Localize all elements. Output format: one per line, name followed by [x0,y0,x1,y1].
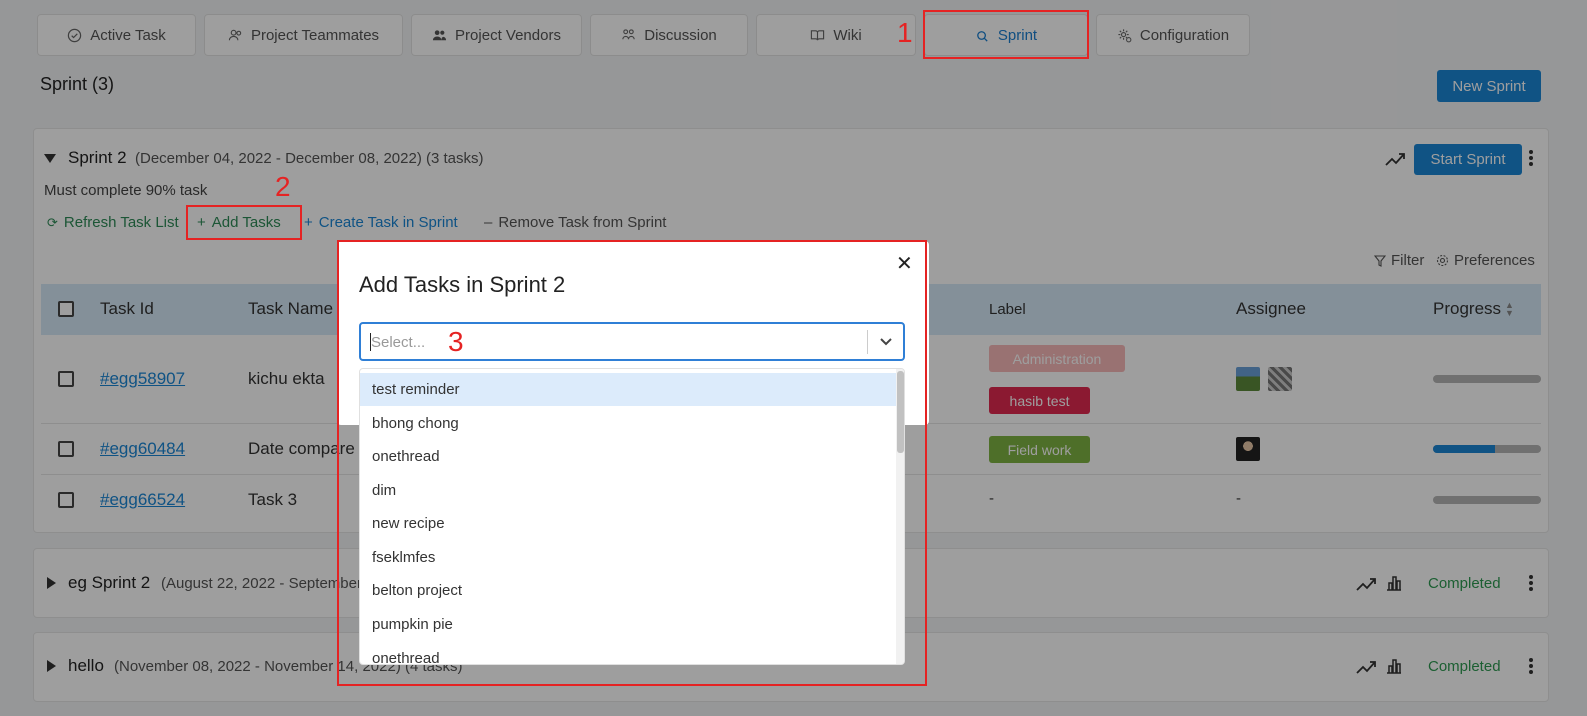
annotation-number: 2 [275,171,291,202]
highlight-box-sprint-tab [923,10,1089,59]
annotation-number: 1 [897,17,913,48]
highlight-box-modal [337,240,927,686]
highlight-box-add-tasks [186,205,302,240]
annotation-number: 3 [448,326,464,357]
